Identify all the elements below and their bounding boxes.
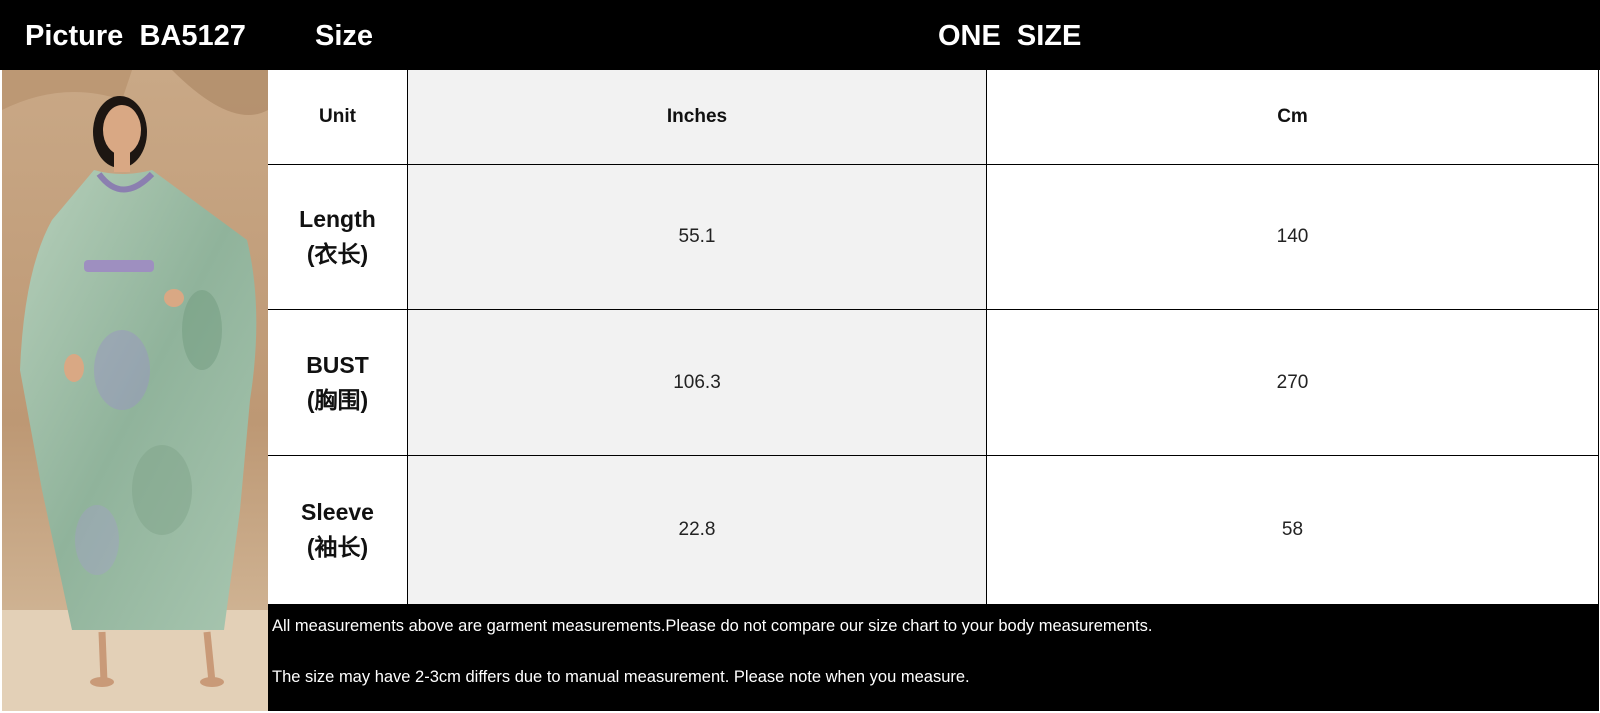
inches-header: Inches xyxy=(408,70,987,165)
row-label-cn: (衣长) xyxy=(306,241,369,267)
size-table: Unit Inches Cm Length (衣长) 55.1 140 BUST… xyxy=(268,70,1599,605)
footer-note-2: The size may have 2-3cm differs due to m… xyxy=(272,668,970,686)
row-label-bust: BUST (胸围) xyxy=(268,310,408,456)
product-photo xyxy=(2,70,268,711)
header-product-code: BA5127 xyxy=(139,20,246,52)
row-label-en: Sleeve xyxy=(301,499,374,525)
row-label-en: Length xyxy=(299,206,376,232)
footer-notes: All measurements above are garment measu… xyxy=(268,605,1599,711)
sleeve-cm: 58 xyxy=(987,456,1599,605)
header-picture-code: Picture BA5127 xyxy=(25,0,246,70)
bust-cm: 270 xyxy=(987,310,1599,456)
length-inches: 55.1 xyxy=(408,165,987,310)
sleeve-inches: 22.8 xyxy=(408,456,987,605)
cm-header: Cm xyxy=(987,70,1599,165)
row-label-length: Length (衣长) xyxy=(268,165,408,310)
row-label-sleeve: Sleeve (袖长) xyxy=(268,456,408,605)
row-label-cn: (袖长) xyxy=(306,534,369,560)
unit-header: Unit xyxy=(268,70,408,165)
row-label-cn: (胸围) xyxy=(306,386,369,413)
row-label-en: BUST xyxy=(306,351,369,378)
bust-inches: 106.3 xyxy=(408,310,987,456)
header-picture-label: Picture xyxy=(25,20,124,52)
header-size-value: ONE SIZE xyxy=(938,20,1082,52)
header-bar: Picture BA5127 Size ONE SIZE xyxy=(0,0,1600,70)
length-cm: 140 xyxy=(987,165,1599,310)
header-size-label: Size xyxy=(315,20,374,52)
footer-note-1: All measurements above are garment measu… xyxy=(272,617,1153,635)
